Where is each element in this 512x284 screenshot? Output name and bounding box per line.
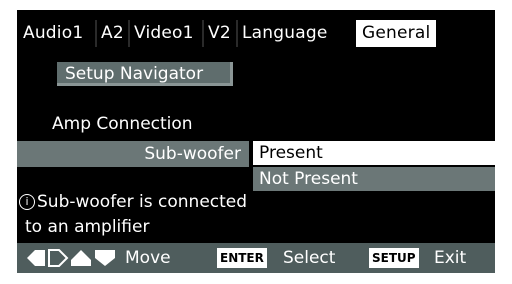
arrow-keys-icon xyxy=(27,249,115,267)
tab-v2[interactable]: V2 xyxy=(202,20,231,47)
tab-audio1[interactable]: Audio1 xyxy=(23,20,83,47)
info-line1: Sub-woofer is connected xyxy=(37,192,248,212)
info-icon: i xyxy=(19,194,35,210)
option-present[interactable]: Present xyxy=(253,141,495,165)
subwoofer-setting-row[interactable]: Sub-woofer xyxy=(17,141,249,167)
tab-a2[interactable]: A2 xyxy=(95,20,124,47)
osd-screen: Audio1 A2 Video1 V2 Language General Set… xyxy=(17,10,495,273)
move-label: Move xyxy=(125,248,171,268)
tab-video1[interactable]: Video1 xyxy=(128,20,194,47)
info-text-line2: to an amplifier xyxy=(25,217,150,237)
footer-bar: Move ENTER Select SETUP Exit xyxy=(17,243,495,273)
setup-key-badge: SETUP xyxy=(369,248,419,268)
enter-key-badge: ENTER xyxy=(217,248,267,268)
select-label: Select xyxy=(283,248,336,268)
exit-label: Exit xyxy=(434,248,467,268)
info-text-line1: i Sub-woofer is connected xyxy=(19,192,247,212)
setup-navigator-button[interactable]: Setup Navigator xyxy=(57,62,233,86)
tab-bar: Audio1 A2 Video1 V2 Language General xyxy=(17,20,495,47)
subwoofer-label: Sub-woofer xyxy=(144,144,241,164)
tab-language[interactable]: Language xyxy=(236,20,328,47)
tab-general[interactable]: General xyxy=(356,20,437,47)
section-title: Amp Connection xyxy=(52,114,193,134)
option-not-present[interactable]: Not Present xyxy=(253,167,495,191)
